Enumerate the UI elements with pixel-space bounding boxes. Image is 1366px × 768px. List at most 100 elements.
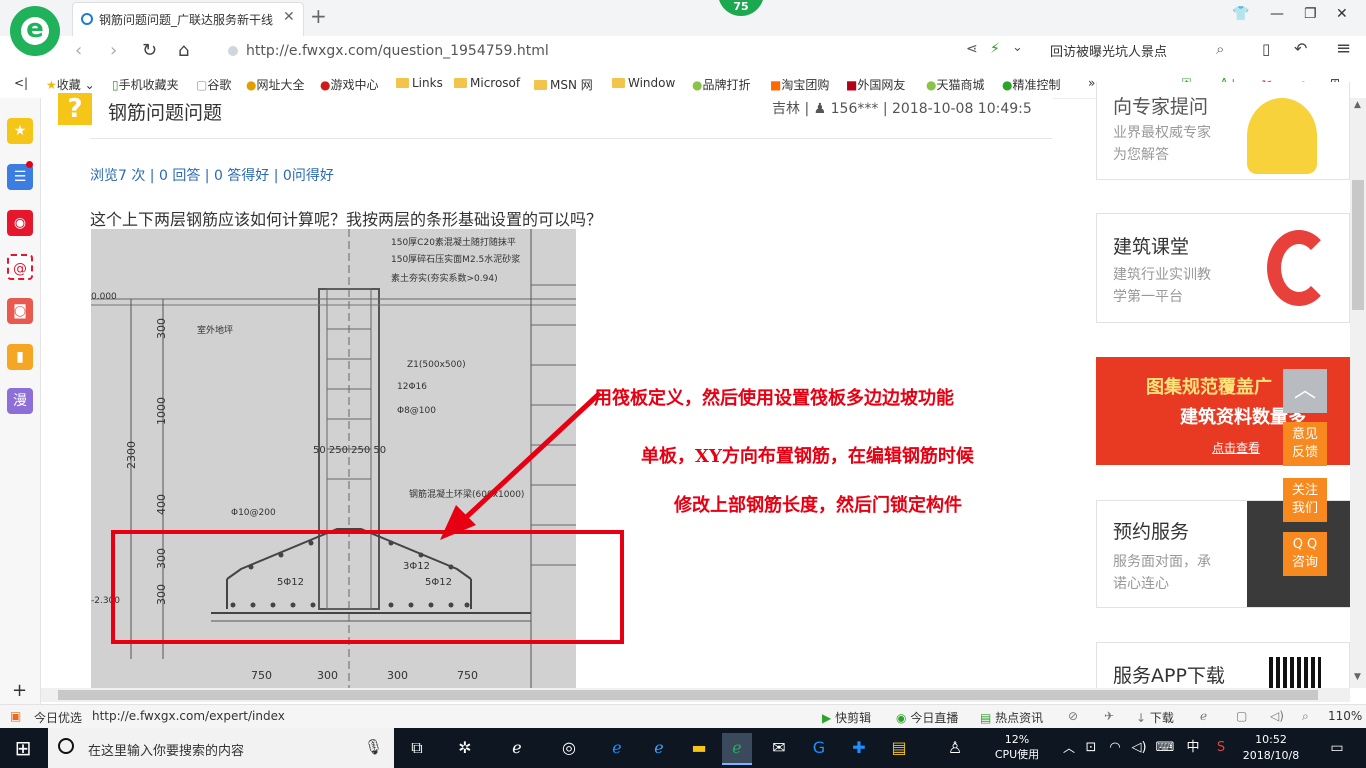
bookmark-item[interactable]: ●游戏中心 (320, 76, 379, 93)
window-mode-icon[interactable]: ▢ (1236, 709, 1247, 723)
speed-mode-icon[interactable]: ⚡ (990, 41, 1000, 57)
accelerate-icon[interactable]: ⊘ (1068, 709, 1078, 723)
card-sub: 服务面对面，承 (1113, 554, 1211, 570)
weibo-icon[interactable]: ◉ (7, 210, 33, 236)
glodon-app-icon[interactable]: G (804, 733, 834, 763)
sogou-ime-icon[interactable]: S (1206, 733, 1236, 763)
ask-expert-card[interactable]: 向专家提问 业界最权威专家 为您解答 (1096, 82, 1350, 180)
user-name[interactable]: 156*** (831, 101, 879, 117)
windows-start-icon[interactable]: ⊞ (8, 733, 38, 763)
game-controller-icon[interactable]: ◙ (7, 298, 33, 324)
browser-taskbar-icon[interactable]: ℯ (722, 733, 752, 765)
back-to-top-icon[interactable]: ︿ (1283, 369, 1327, 413)
bookmark-item[interactable]: ●天猫商城 (926, 76, 985, 93)
more-bookmarks-icon[interactable]: » (1088, 76, 1095, 90)
share-icon[interactable]: ⋖ (966, 41, 978, 57)
bookmark-item[interactable]: ▢谷歌 (196, 76, 231, 93)
banner-button[interactable]: 点击查看 (1212, 439, 1260, 456)
bookmark-folder[interactable]: Links (396, 76, 443, 90)
zoom-level[interactable]: 110% (1328, 709, 1362, 723)
scroll-up-icon[interactable]: ▲ (1354, 100, 1361, 110)
tab-close-icon[interactable]: ✕ (283, 9, 295, 25)
file-explorer-icon[interactable]: ▬ (684, 733, 714, 763)
refresh-icon[interactable]: ↻ (142, 40, 157, 61)
menu-icon[interactable]: ≡ (1336, 38, 1351, 59)
skin-icon[interactable]: 👕 (1232, 6, 1249, 22)
folder-icon (396, 78, 409, 88)
mail-icon[interactable]: @ (7, 254, 33, 280)
gift-icon[interactable]: ▣ (10, 709, 21, 723)
app-download-card[interactable]: 服务APP下载 (1096, 642, 1350, 693)
search-suggestion[interactable]: 回访被曝光坑人景点 (1050, 41, 1167, 60)
banner-line-1: 图集规范覆盖广 (1146, 377, 1272, 398)
bookmark-item[interactable]: ●网址大全 (246, 76, 305, 93)
address-field[interactable]: http://e.fwxgx.com/question_1954759.html (220, 40, 1040, 62)
bookmark-item[interactable]: ●品牌打折 (692, 76, 751, 93)
comic-icon[interactable]: 漫 (7, 388, 33, 414)
mobile-icon[interactable]: ▯ (1262, 40, 1270, 58)
browser-tab[interactable]: 钢筋问题问题_广联达服务新干线 ✕ (72, 2, 304, 37)
feedback-button[interactable]: 意见 反馈 (1283, 422, 1327, 466)
today-picks[interactable]: 今日优选 (34, 709, 82, 726)
horizontal-scroll-thumb[interactable] (58, 690, 1318, 700)
mail-app-icon[interactable]: ✉ (764, 733, 794, 763)
dropdown-icon[interactable]: ⌄ (1012, 40, 1023, 55)
browser-logo-icon[interactable]: e (10, 6, 60, 56)
back-icon[interactable]: ‹ (75, 40, 82, 61)
plus-app-icon[interactable]: ✚ (844, 733, 874, 763)
pinwheel-app-icon[interactable]: ✲ (450, 733, 480, 763)
bookmark-favorites[interactable]: ★收藏 ⌄ (46, 76, 95, 93)
sidebar-toggle-icon[interactable]: <| (14, 76, 28, 90)
bookmark-item[interactable]: ■淘宝团购 (770, 76, 829, 93)
bookmark-item[interactable]: ●精准控制 (1002, 76, 1061, 93)
search-icon[interactable]: ⌕ (1216, 40, 1224, 58)
bookmark-item[interactable]: ▯手机收藏夹 (112, 76, 179, 93)
task-view-icon[interactable]: ⧉ (402, 733, 432, 763)
ie-app-icon[interactable]: ℯ (502, 733, 532, 763)
chrome-like-app-icon[interactable]: ◎ (554, 733, 584, 763)
vertical-scroll-thumb[interactable] (1352, 180, 1364, 310)
minimize-icon[interactable]: — (1270, 6, 1284, 22)
undo-icon[interactable]: ↶ (1294, 39, 1307, 58)
forward-icon[interactable]: › (110, 40, 117, 61)
scroll-down-icon[interactable]: ▼ (1354, 672, 1361, 682)
hot-news[interactable]: ▤ 热点资讯 (980, 709, 1043, 726)
folder-icon (612, 78, 625, 88)
new-tab-icon[interactable]: + (310, 4, 327, 28)
bookmark-folder[interactable]: Microsof (454, 76, 520, 90)
ie-mode-icon[interactable]: ℯ (1200, 709, 1207, 723)
bookmark-folder[interactable]: Window (612, 76, 675, 90)
drawing-label: 300 (155, 318, 168, 339)
zoom-icon[interactable]: ⌕ (1302, 709, 1309, 724)
qq-consult-button[interactable]: Q Q 咨询 (1283, 532, 1327, 576)
quick-edit[interactable]: ▶ 快剪辑 (822, 709, 871, 726)
restore-icon[interactable]: ❐ (1304, 6, 1317, 22)
notes-app-icon[interactable]: ▤ (884, 733, 914, 763)
pin-icon[interactable]: ✈ (1104, 709, 1114, 723)
notebook-icon[interactable]: ▮ (7, 344, 33, 370)
people-icon[interactable]: ♙ (940, 733, 970, 763)
action-center-icon[interactable]: ▭ (1322, 733, 1352, 763)
url-text[interactable]: http://e.fwxgx.com/question_1954759.html (246, 43, 549, 59)
window-close-icon[interactable]: ✕ (1336, 6, 1348, 22)
microphone-icon[interactable]: 🎙 (364, 738, 383, 756)
ie-browser-icon[interactable]: ℯ (644, 733, 674, 763)
edge-app-icon[interactable]: ℯ (602, 733, 632, 763)
ime-indicator[interactable]: 中 (1178, 733, 1208, 763)
bookmark-item[interactable]: ■外国网友 (846, 76, 905, 93)
keyboard-icon[interactable]: ⌨ (1150, 733, 1180, 763)
cpu-usage-widget[interactable]: 12% CPU使用 (990, 732, 1044, 762)
home-icon[interactable]: ⌂ (178, 40, 189, 61)
taskbar-search-box[interactable]: 在这里输入你要搜索的内容 🎙 (48, 728, 394, 768)
follow-us-button[interactable]: 关注 我们 (1283, 478, 1327, 522)
building-class-card[interactable]: 建筑课堂 建筑行业实训教 学第一平台 (1096, 213, 1350, 323)
favorites-icon[interactable]: ★ (7, 118, 33, 144)
add-sidebar-icon[interactable]: + (12, 680, 27, 701)
author-location[interactable]: 吉林 (772, 101, 800, 117)
clock[interactable]: 10:52 2018/10/8 (1236, 732, 1306, 764)
downloads[interactable]: ↓ 下载 (1136, 709, 1174, 726)
today-live[interactable]: ◉ 今日直播 (896, 709, 958, 726)
site-info-icon[interactable] (228, 46, 238, 56)
volume-icon[interactable]: ◁) (1270, 709, 1284, 723)
bookmark-folder[interactable]: MSN 网 (534, 76, 593, 93)
